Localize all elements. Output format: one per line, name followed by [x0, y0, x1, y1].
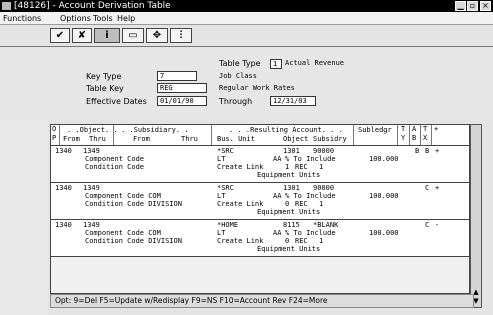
col-resulting: . . .Resulting Account. . .	[229, 126, 343, 134]
navigate-icon[interactable]: ✥	[146, 28, 168, 43]
menu-tools[interactable]: Tools	[93, 12, 113, 25]
title-bar: [48126] - Account Derivation Table ▁ ▫ ×	[0, 0, 493, 12]
table-row[interactable]: 1340 1349 *HOME 8115 *BLANK C - Componen…	[51, 220, 469, 257]
minimize-button[interactable]: ▁	[455, 1, 466, 11]
effective-dates-label: Effective Dates	[86, 97, 147, 106]
col-obj: Object	[283, 135, 309, 143]
col-op: O	[52, 125, 57, 133]
col-ty: T	[401, 125, 406, 133]
table-type-field[interactable]: 1	[270, 59, 282, 69]
effective-from-field[interactable]: 01/01/90	[157, 96, 207, 106]
function-key-hints: Opt: 9=Del F5=Update w/Redisplay F9=NS F…	[55, 296, 328, 305]
col-sub-thru: Thru	[181, 135, 198, 143]
maximize-button[interactable]: ▫	[467, 1, 478, 11]
table-key-label: Table Key	[86, 84, 124, 93]
app-icon[interactable]	[2, 2, 11, 10]
col-subledger: Subledgr	[358, 126, 392, 134]
status-bar: Opt: 9=Del F5=Update w/Redisplay F9=NS F…	[50, 294, 474, 308]
col-sub-from: From	[133, 135, 150, 143]
col-ab: A	[412, 125, 417, 133]
col-subsidiary: . .Subsidiary. .	[121, 126, 189, 134]
col-bus-unit: Bus. Unit	[217, 135, 255, 143]
close-button[interactable]: ×	[480, 1, 491, 11]
col-tx: T	[423, 125, 428, 133]
ok-check-icon[interactable]: ✔	[50, 28, 70, 43]
table-type-desc: Actual Revenue	[285, 59, 345, 67]
col-plus: +	[434, 125, 439, 133]
inquire-icon[interactable]: i	[94, 28, 120, 43]
cancel-x-icon[interactable]: ✘	[72, 28, 92, 43]
table-row[interactable]: 1340 1349 *SRC 1301 90000 C + Component …	[51, 183, 469, 220]
menu-options[interactable]: Options	[60, 12, 91, 25]
table-type-label: Table Type	[219, 59, 261, 68]
grid-empty-area	[51, 257, 469, 293]
col-object-thru: Thru	[89, 135, 106, 143]
list-icon[interactable]: ⫶	[170, 28, 192, 43]
derivation-grid: O P . .Object. . From Thru . .Subsidiary…	[50, 124, 470, 294]
header-fields: Table Type 1 Actual Revenue Key Type 7 J…	[0, 47, 493, 119]
through-label: Through	[219, 97, 253, 106]
effective-through-field[interactable]: 12/31/03	[270, 96, 316, 106]
menu-bar: Functions Options Tools Help	[0, 12, 493, 25]
toolbar: ✔ ✘ i ▭ ✥ ⫶	[0, 25, 493, 47]
key-type-label: Key Type	[86, 72, 122, 81]
form-icon[interactable]: ▭	[122, 28, 144, 43]
col-subsidry: Subsidry	[313, 135, 347, 143]
app-window: [48126] - Account Derivation Table ▁ ▫ ×…	[0, 0, 493, 315]
table-key-desc: Regular Work Rates	[219, 84, 295, 92]
table-row[interactable]: 1340 1349 *SRC 1301 90000 B B + Componen…	[51, 146, 469, 183]
col-object: . .Object. .	[67, 126, 118, 134]
menu-help[interactable]: Help	[117, 12, 135, 25]
vertical-scrollbar[interactable]: ▲ ▼	[470, 124, 482, 308]
table-key-field[interactable]: REG	[157, 83, 207, 93]
menu-functions[interactable]: Functions	[3, 12, 41, 25]
col-object-from: From	[63, 135, 80, 143]
key-type-desc: Job Class	[219, 72, 257, 80]
key-type-field[interactable]: 7	[157, 71, 197, 81]
col-op-2: P	[52, 134, 57, 142]
window-title: [48126] - Account Derivation Table	[14, 1, 171, 11]
grid-header: O P . .Object. . From Thru . .Subsidiary…	[51, 125, 469, 146]
